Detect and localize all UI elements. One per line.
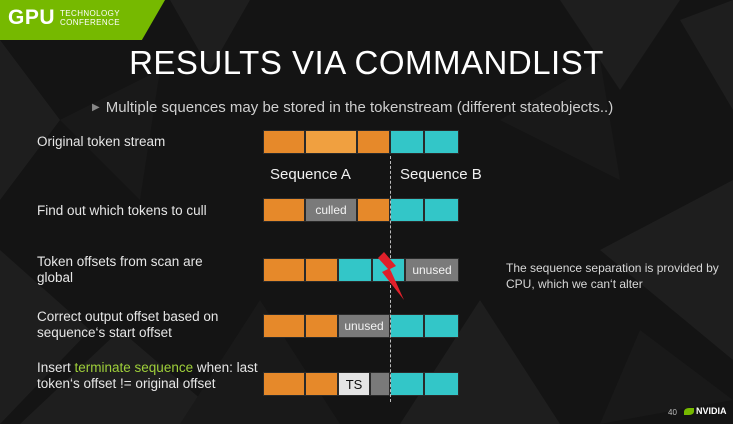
nvidia-logo-text: NVIDIA: [696, 406, 727, 416]
token-a2: [305, 130, 357, 154]
token-row-culled: culled: [263, 198, 459, 222]
label-original-token-stream: Original token stream: [37, 134, 166, 149]
token-b1: [390, 130, 424, 154]
token-padding: [370, 372, 390, 396]
label-insert-terminate: Insert terminate sequence when: last tok…: [37, 360, 262, 392]
cpu-separation-note: The sequence separation is provided by C…: [506, 261, 719, 291]
token-b2: [424, 314, 459, 338]
label-correct-offset: Correct output offset based on sequence‘…: [37, 309, 219, 340]
token-b1: [390, 314, 424, 338]
nvidia-logo: NVIDIA: [684, 406, 727, 416]
token-row-corrected: unused: [263, 314, 459, 338]
nvidia-eye-icon: [684, 408, 694, 415]
token-b1: [390, 198, 424, 222]
token-a3: [357, 198, 390, 222]
token-b1: [338, 258, 372, 282]
sequence-a-label: Sequence A: [270, 166, 351, 183]
token-b2: [424, 372, 459, 396]
logo-sub-line-2: CONFERENCE: [60, 18, 121, 27]
token-a1: [263, 372, 305, 396]
slide-subtitle: ▶ Multiple squences may be stored in the …: [92, 99, 613, 116]
token-b1: [390, 372, 424, 396]
token-row-terminate: TS: [263, 372, 459, 396]
label-find-cull: Find out which tokens to cull: [37, 203, 207, 218]
error-bolt-icon: [378, 252, 404, 300]
logo-sub-line-1: TECHNOLOGY: [60, 9, 121, 18]
token-b2: [424, 130, 459, 154]
sequence-b-label: Sequence B: [400, 166, 482, 183]
token-a3: [357, 130, 390, 154]
token-unused: unused: [405, 258, 459, 282]
token-a1: [263, 130, 305, 154]
subtitle-text: Multiple squences may be stored in the t…: [105, 99, 614, 116]
logo-gpu-text: GPU: [8, 6, 56, 29]
page-number: 40: [668, 408, 677, 417]
token-a1: [263, 314, 305, 338]
token-a3: [305, 372, 338, 396]
logo-sub-text: TECHNOLOGY CONFERENCE: [60, 9, 120, 27]
label-terminate-sequence: terminate sequence: [74, 360, 194, 375]
token-a3: [305, 314, 338, 338]
bullet-arrow-icon: ▶: [92, 102, 100, 113]
token-row-global-offsets: unused: [263, 258, 459, 282]
token-terminate-sequence: TS: [338, 372, 370, 396]
token-a1: [263, 198, 305, 222]
token-row-original: [263, 130, 459, 154]
token-a1: [263, 258, 305, 282]
token-a3: [305, 258, 338, 282]
label-token-offsets: Token offsets from scan are global: [37, 254, 203, 285]
slide-title: RESULTS VIA COMMANDLIST: [129, 44, 604, 81]
gtc-logo: GPU TECHNOLOGY CONFERENCE: [0, 0, 165, 40]
token-culled: culled: [305, 198, 357, 222]
token-b2: [424, 198, 459, 222]
token-unused: unused: [338, 314, 390, 338]
label-insert-pre: Insert: [37, 360, 75, 375]
